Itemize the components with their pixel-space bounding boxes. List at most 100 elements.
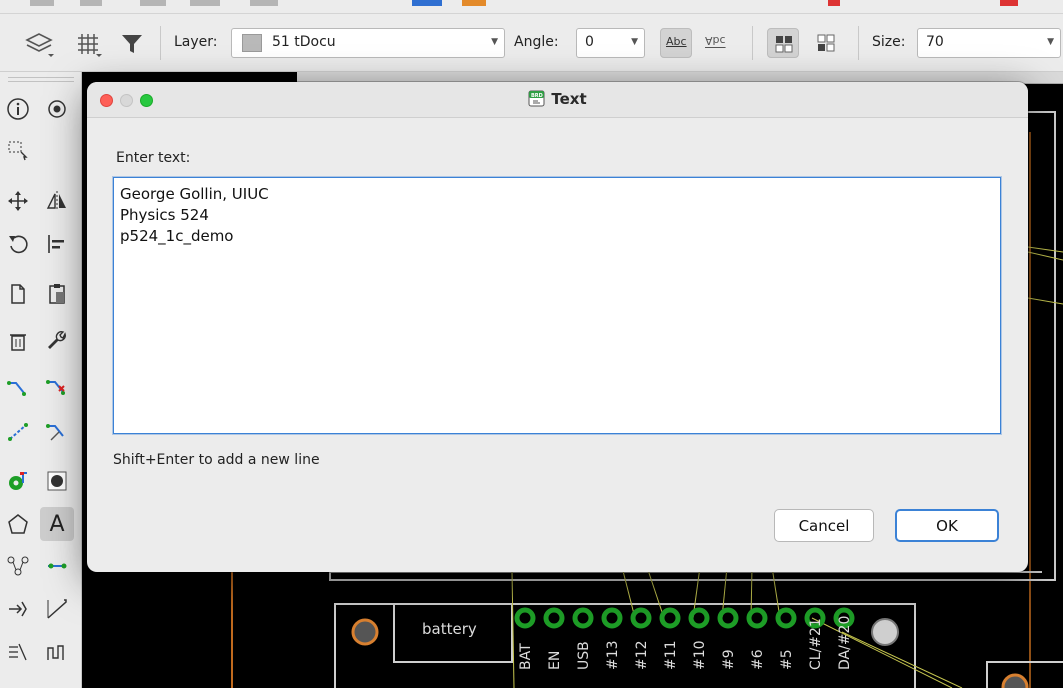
toolbar-button-fragment[interactable] (462, 0, 486, 6)
chevron-down-icon: ▼ (491, 37, 498, 47)
text-tool-icon[interactable]: A (40, 507, 74, 541)
pin-label: DA/#20 (837, 616, 853, 670)
toolbar-button-fragment[interactable] (30, 0, 54, 6)
hole-icon[interactable] (40, 464, 74, 498)
header-pad (543, 607, 565, 629)
pin-label: #5 (779, 649, 795, 670)
align-grid-icon (817, 34, 835, 52)
chevron-down-icon: ▼ (631, 37, 638, 47)
mirrored-abc-label: Abc (705, 34, 726, 47)
meander-icon[interactable] (1, 635, 35, 669)
toolbar-button-fragment[interactable] (1000, 0, 1018, 6)
mirror-icon[interactable] (40, 184, 74, 218)
pin-label: #6 (750, 649, 766, 670)
via-icon[interactable] (1, 464, 35, 498)
line-icon[interactable] (40, 592, 74, 626)
abc-label: Abc (666, 35, 687, 48)
info-icon[interactable] (1, 92, 35, 126)
header-pad (746, 607, 768, 629)
header-pad (659, 607, 681, 629)
size-label: Size: (872, 34, 906, 50)
group-select-icon[interactable] (1, 134, 35, 168)
copy-icon[interactable] (1, 277, 35, 311)
text-normal-button[interactable]: Abc (660, 28, 692, 58)
header-pad (775, 607, 797, 629)
align-grid-b-button[interactable] (810, 28, 842, 58)
ripup-icon[interactable] (1, 415, 35, 449)
brd-file-icon: BRD (528, 90, 545, 107)
signal-icon[interactable] (1, 549, 35, 583)
angle-label: Angle: (514, 34, 559, 50)
slice-icon[interactable] (40, 415, 74, 449)
arrow-icon[interactable] (1, 592, 35, 626)
pin-label: #12 (634, 640, 650, 670)
svg-text:BRD: BRD (531, 93, 543, 99)
pin-label: CL/#21 (808, 618, 824, 670)
toolbar-button-fragment[interactable] (80, 0, 102, 6)
toolbar-divider (858, 26, 859, 60)
layers-icon[interactable] (22, 26, 56, 60)
pin-label: #9 (721, 649, 737, 670)
rotate-icon[interactable] (1, 227, 35, 261)
chevron-down-icon: ▼ (1047, 37, 1054, 47)
pin-labels: BAT EN USB #13 #12 #11 #10 #9 #6 #5 CL/#21 DA/#20 (518, 616, 853, 670)
filter-icon[interactable] (115, 26, 149, 60)
toolbar-button-fragment[interactable] (828, 0, 840, 6)
battery-silk-label: battery (422, 620, 477, 638)
polygon-icon[interactable] (1, 507, 35, 541)
align-grid-icon (775, 36, 793, 53)
eye-icon[interactable] (40, 92, 74, 126)
top-toolbar-strip (0, 0, 1063, 14)
new-line-hint: Shift+Enter to add a new line (113, 452, 320, 468)
palette-grip (8, 81, 74, 82)
header-pad (688, 607, 710, 629)
toolbar-button-fragment[interactable] (412, 0, 442, 6)
pin-label: USB (576, 641, 592, 670)
toolbar-button-fragment[interactable] (250, 0, 278, 6)
command-palette: A (0, 72, 82, 688)
enter-text-label: Enter text: (116, 150, 191, 166)
align-grid-a-button[interactable] (767, 28, 799, 58)
angle-dropdown[interactable]: 0 ▼ (576, 28, 645, 58)
text-mirrored-button[interactable]: Abc (700, 28, 732, 58)
unroute-icon[interactable] (40, 372, 74, 406)
pin-label: #13 (605, 640, 621, 670)
trash-icon[interactable] (1, 324, 35, 358)
header-pad (630, 607, 652, 629)
layer-label: Layer: (174, 34, 218, 50)
wire-icon[interactable] (40, 549, 74, 583)
size-dropdown[interactable]: 70 ▼ (917, 28, 1061, 58)
toolbar-divider (160, 26, 161, 60)
text-input[interactable]: George Gollin, UIUC Physics 524 p524_1c_… (113, 177, 1001, 434)
pin-label: EN (547, 651, 563, 670)
layer-value: 51 tDocu (272, 34, 336, 50)
pin-label: BAT (518, 643, 534, 670)
grid-icon[interactable] (70, 26, 104, 60)
header-pads (514, 607, 855, 629)
paste-icon[interactable] (40, 277, 74, 311)
palette-grip (8, 77, 74, 78)
ok-button[interactable]: OK (895, 509, 999, 542)
dialog-title: Text (551, 90, 587, 108)
text-dialog: BRD Text Enter text: George Gollin, UIUC … (87, 82, 1028, 572)
property-toolbar: Layer: 51 tDocu ▼ Angle: 0 ▼ Abc Abc Siz… (0, 14, 1063, 72)
header-pad (717, 607, 739, 629)
move-icon[interactable] (1, 184, 35, 218)
size-value: 70 (926, 34, 944, 50)
toolbar-button-fragment[interactable] (140, 0, 166, 6)
wrench-icon[interactable] (40, 324, 74, 358)
header-pad (601, 607, 623, 629)
dialog-title-wrap: BRD Text (87, 90, 1028, 108)
header-pad (572, 607, 594, 629)
align-left-icon[interactable] (40, 227, 74, 261)
squiggle-icon[interactable] (40, 635, 74, 669)
pin-label: #10 (692, 640, 708, 670)
layer-dropdown[interactable]: 51 tDocu ▼ (231, 28, 505, 58)
toolbar-button-fragment[interactable] (190, 0, 220, 6)
layer-color-swatch (242, 34, 262, 52)
angle-value: 0 (585, 34, 594, 50)
header-pad (514, 607, 536, 629)
cancel-button[interactable]: Cancel (774, 509, 874, 542)
route-icon[interactable] (1, 372, 35, 406)
pin-label: #11 (663, 640, 679, 670)
